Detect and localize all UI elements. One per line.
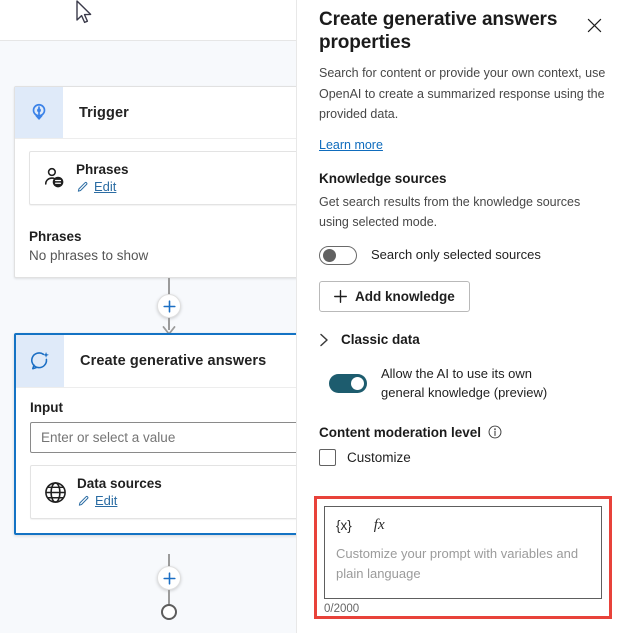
phrases-card[interactable]: Phrases Edit	[29, 151, 296, 205]
search-only-selected-label: Search only selected sources	[371, 247, 541, 263]
plus-icon	[334, 290, 347, 304]
app-root: Trigger Phrases Edit Phrases No phrases …	[0, 0, 631, 633]
data-sources-edit-link[interactable]: Edit	[95, 493, 117, 508]
knowledge-sources-heading: Knowledge sources	[319, 171, 447, 187]
trigger-node-title: Trigger	[79, 104, 129, 121]
allow-ai-knowledge-row: Allow the AI to use its own general know…	[319, 365, 609, 403]
generative-answers-sparkle-icon	[16, 335, 64, 387]
phrases-list-section: Phrases No phrases to show	[15, 219, 296, 277]
toggle-knob	[323, 249, 336, 263]
globe-icon	[43, 480, 77, 505]
end-circle-icon	[161, 604, 177, 620]
info-icon[interactable]	[488, 425, 502, 439]
learn-more-link[interactable]: Learn more	[319, 138, 383, 152]
mouse-pointer-icon	[76, 0, 92, 24]
pencil-icon	[77, 181, 88, 192]
generative-node-body: Input Data sources	[16, 388, 296, 533]
create-generative-answers-node[interactable]: Create generative answers Input Data sou…	[14, 333, 296, 535]
page-title: Create generative answers properties	[319, 9, 558, 54]
classic-data-accordion[interactable]: Classic data	[319, 332, 609, 347]
customize-checkbox-row: Customize	[319, 448, 609, 466]
phrases-card-text: Phrases Edit	[76, 162, 129, 194]
add-node-button-2[interactable]	[157, 566, 181, 590]
customize-label: Customize	[347, 449, 411, 465]
close-icon	[587, 18, 601, 32]
data-sources-card[interactable]: Data sources Edit	[30, 465, 296, 519]
prompt-highlight-annotation: {x} fx Customize your prompt with variab…	[314, 496, 612, 619]
prompt-toolbar: {x} fx	[336, 515, 590, 535]
knowledge-sources-description: Get search results from the knowledge so…	[319, 195, 581, 230]
prompt-char-counter: 0/2000	[324, 603, 360, 615]
panel-description: Search for content or provide your own c…	[319, 66, 606, 121]
phrases-card-title: Phrases	[76, 162, 129, 177]
trigger-node-header: Trigger	[15, 87, 296, 139]
allow-ai-knowledge-label: Allow the AI to use its own general know…	[381, 366, 548, 400]
generative-node-title: Create generative answers	[80, 353, 267, 369]
chevron-right-icon	[320, 333, 328, 346]
pencil-icon	[78, 495, 89, 506]
add-node-button-1[interactable]	[157, 294, 181, 318]
plus-icon	[162, 571, 176, 585]
trigger-node[interactable]: Trigger Phrases Edit Phrases No phrases …	[14, 86, 296, 278]
insert-formula-button[interactable]: fx	[374, 517, 385, 534]
data-sources-card-text: Data sources Edit	[77, 476, 162, 508]
add-knowledge-label: Add knowledge	[355, 289, 455, 305]
allow-ai-knowledge-toggle[interactable]	[329, 374, 367, 394]
plus-icon	[162, 299, 176, 313]
customize-checkbox[interactable]	[319, 448, 336, 466]
connector-line-4	[168, 590, 170, 605]
prompt-placeholder[interactable]: Customize your prompt with variables and…	[336, 544, 590, 583]
insert-variable-button[interactable]: {x}	[336, 518, 352, 533]
classic-data-label: Classic data	[341, 332, 420, 348]
content-moderation-title: Content moderation level	[319, 424, 482, 440]
data-sources-edit-row[interactable]: Edit	[77, 493, 162, 508]
generative-node-header: Create generative answers	[16, 335, 296, 388]
input-label: Input	[30, 400, 63, 415]
input-value-field[interactable]	[30, 422, 296, 453]
person-chat-icon	[42, 166, 76, 191]
phrases-list-title: Phrases	[29, 229, 82, 244]
close-button[interactable]	[579, 10, 609, 40]
phrases-empty-text: No phrases to show	[29, 248, 149, 263]
trigger-node-body: Phrases Edit	[15, 139, 296, 219]
content-moderation-heading-row: Content moderation level	[319, 425, 609, 440]
data-sources-card-title: Data sources	[77, 476, 162, 491]
search-only-selected-row: Search only selected sources	[319, 246, 609, 266]
trigger-lightbulb-icon	[15, 87, 63, 138]
prompt-editor[interactable]: {x} fx Customize your prompt with variab…	[324, 506, 602, 599]
phrases-edit-row[interactable]: Edit	[76, 179, 129, 194]
add-knowledge-button[interactable]: Add knowledge	[319, 281, 470, 313]
toggle-knob	[351, 377, 364, 391]
panel-header: Create generative answers properties	[319, 0, 609, 54]
phrases-edit-link[interactable]: Edit	[94, 179, 116, 194]
search-only-selected-toggle[interactable]	[319, 246, 357, 266]
flow-canvas[interactable]: Trigger Phrases Edit Phrases No phrases …	[0, 0, 296, 633]
